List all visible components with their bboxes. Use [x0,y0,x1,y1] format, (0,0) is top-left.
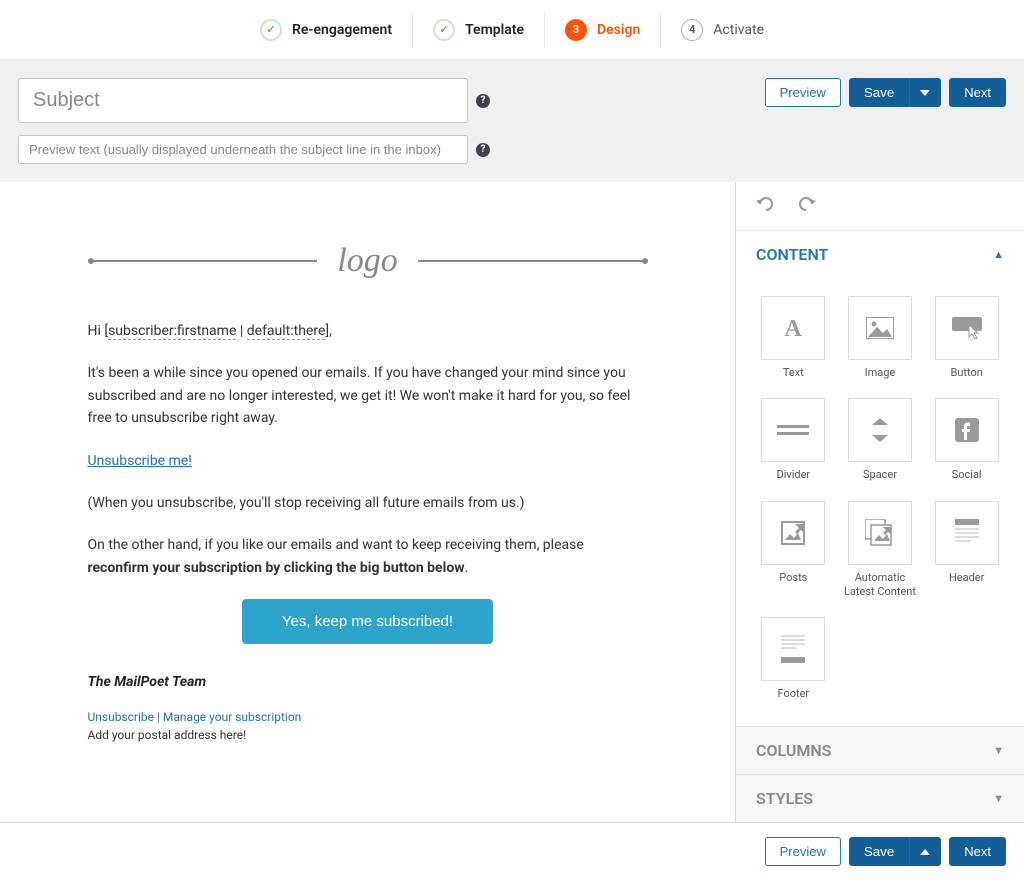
save-button[interactable]: Save [849,78,909,107]
widget-label: Footer [777,687,809,701]
paragraph: . [465,560,469,576]
subject-bar: ? ? Preview Save Next [0,60,1024,182]
caret-down-icon: ▼ [993,744,1004,757]
check-icon: ✓ [260,19,282,41]
widget-label: Social [952,468,982,482]
step-label: Re-engagement [292,22,392,38]
widget-image[interactable]: Image [843,296,918,380]
sidebar: CONTENT ▲ A Text Image Button Divider [735,182,1024,822]
divider-line [418,260,648,262]
token-sep: | [236,323,246,339]
merge-tag: subscriber:firstname [108,323,236,340]
footer-block[interactable]: Unsubscribe | Manage your subscription A… [88,710,648,742]
alc-icon [865,519,895,547]
unsubscribe-link[interactable]: Unsubscribe me! [88,453,192,469]
paragraph: (When you unsubscribe, you'll stop recei… [88,492,648,514]
next-button[interactable]: Next [949,837,1006,866]
subject-input[interactable] [18,78,468,123]
bottom-action-bar: Preview Save Next [0,822,1024,880]
undo-icon[interactable] [756,196,776,216]
merge-tag: default:there [247,323,326,340]
preview-button[interactable]: Preview [765,78,841,107]
paragraph: It's been a while since you opened our e… [88,362,648,429]
step-label: Activate [713,22,764,38]
step-number: 4 [681,19,703,41]
save-button[interactable]: Save [849,837,909,866]
caret-up-icon [920,849,930,855]
widget-divider[interactable]: Divider [756,398,831,482]
widget-label: Posts [779,571,807,585]
widget-button[interactable]: Button [929,296,1004,380]
widget-label: Header [949,571,984,585]
next-button[interactable]: Next [949,78,1006,107]
stepper: ✓ Re-engagement ✓ Template 3 Design 4 Ac… [0,0,1024,60]
button-icon [952,317,982,339]
spacer-icon [872,418,888,442]
widget-social[interactable]: Social [929,398,1004,482]
check-icon: ✓ [433,19,455,41]
save-dropdown-button[interactable] [909,78,941,107]
widget-label: Spacer [863,468,897,482]
panel-title: COLUMNS [756,741,831,760]
help-icon[interactable]: ? [476,143,490,157]
panel-styles-header[interactable]: STYLES ▼ [736,774,1024,822]
divider-icon [777,425,809,435]
image-icon [866,317,894,339]
widget-label: Text [783,366,804,380]
panel-title: CONTENT [756,245,828,264]
preview-text-input[interactable] [18,135,468,164]
posts-icon [780,520,806,546]
header-icon [955,519,979,547]
footer-unsubscribe-link[interactable]: Unsubscribe [88,710,155,724]
greeting-text: Hi [ [88,323,109,339]
step-number: 3 [565,19,587,41]
email-canvas[interactable]: logo Hi [subscriber:firstname | default:… [0,182,735,822]
panel-content-header[interactable]: CONTENT ▲ [736,230,1024,278]
footer-icon [781,635,805,663]
footer-sep: | [154,710,163,724]
paragraph-bold: reconfirm your subscription by clicking … [88,560,465,576]
widget-header[interactable]: Header [929,501,1004,600]
step-template[interactable]: ✓ Template [412,12,544,48]
step-activate[interactable]: 4 Activate [660,12,784,48]
redo-icon[interactable] [796,196,816,216]
facebook-icon [955,418,979,442]
widget-label: Image [865,366,896,380]
widget-label: Divider [776,468,810,482]
widget-automatic-latest-content[interactable]: Automatic Latest Content [843,501,918,600]
panel-columns-header[interactable]: COLUMNS ▼ [736,726,1024,774]
logo-block[interactable]: logo [88,242,648,280]
top-actions: Preview Save Next [765,78,1006,107]
step-reengagement[interactable]: ✓ Re-engagement [240,12,412,48]
paragraph: On the other hand, if you like our email… [88,537,584,553]
cta-button[interactable]: Yes, keep me subscribed! [242,599,493,644]
preview-button[interactable]: Preview [765,837,841,866]
divider-line [88,260,318,262]
widget-label: Button [950,366,982,380]
panel-title: STYLES [756,789,813,808]
save-dropdown-button[interactable] [909,837,941,866]
text-block[interactable]: Hi [subscriber:firstname | default:there… [88,320,648,579]
step-label: Template [465,22,524,38]
caret-down-icon [920,90,930,96]
logo-placeholder: logo [317,242,417,280]
help-icon[interactable]: ? [476,94,490,108]
widget-footer[interactable]: Footer [756,617,831,701]
svg-text:A: A [785,316,803,342]
signature: The MailPoet Team [88,674,648,690]
footer-address: Add your postal address here! [88,728,648,742]
greeting-text: ], [325,323,331,339]
text-icon: A [779,314,807,342]
widget-text[interactable]: A Text [756,296,831,380]
widget-posts[interactable]: Posts [756,501,831,600]
step-design[interactable]: 3 Design [544,12,660,48]
caret-down-icon: ▼ [993,792,1004,805]
widget-spacer[interactable]: Spacer [843,398,918,482]
content-widgets: A Text Image Button Divider Spacer So [736,278,1024,726]
caret-up-icon: ▲ [993,248,1004,261]
footer-manage-link[interactable]: Manage your subscription [163,710,301,724]
step-label: Design [597,22,640,38]
widget-label: Automatic Latest Content [843,571,918,600]
